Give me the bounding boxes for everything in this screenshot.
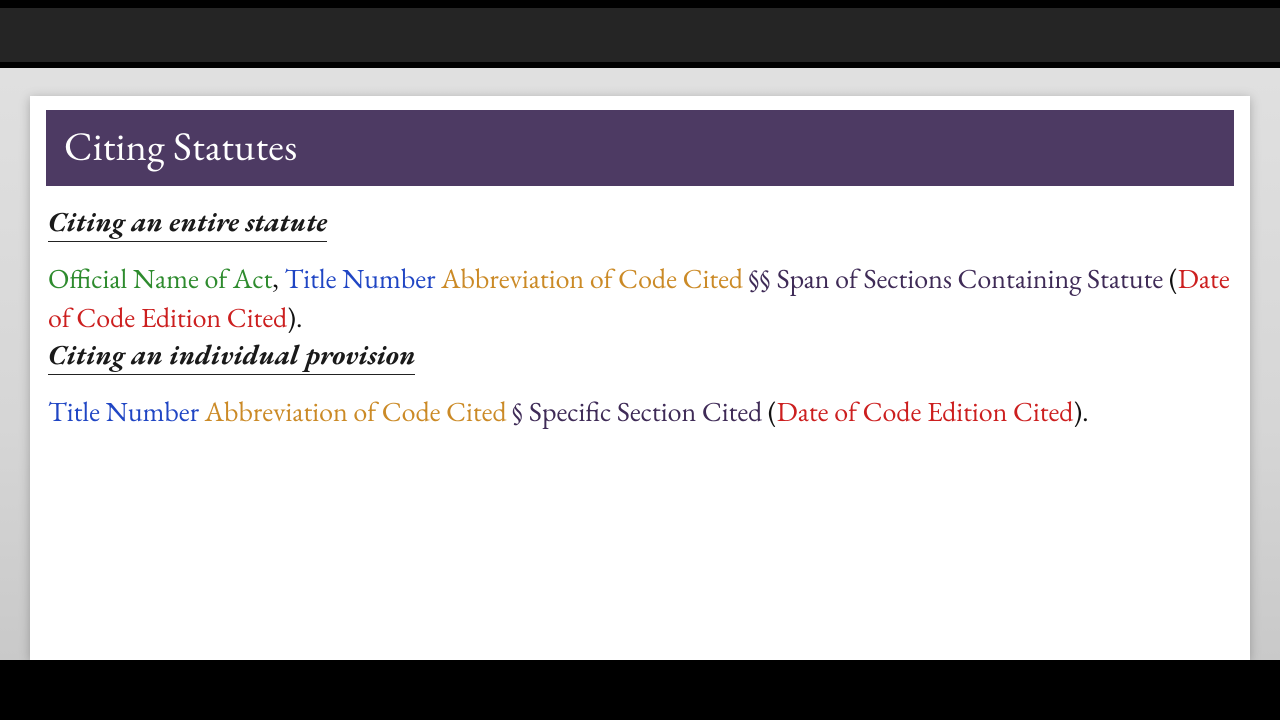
formula-individual-provision: Title Number Abbreviation of Code Cited … bbox=[48, 393, 1230, 432]
subheading-entire-statute: Citing an entire statute bbox=[48, 204, 327, 242]
part-section-symbol: § bbox=[512, 394, 529, 430]
part-abbreviation: Abbreviation of Code Cited bbox=[205, 394, 507, 430]
slide-card: Citing Statutes Citing an entire statute… bbox=[30, 96, 1250, 660]
part-date-edition: Date of Code Edition Cited bbox=[777, 394, 1074, 430]
letterbox-bottom bbox=[0, 660, 1280, 720]
formula-entire-statute: Official Name of Act, Title Number Abbre… bbox=[48, 260, 1230, 337]
slide-title: Citing Statutes bbox=[64, 120, 1216, 172]
part-sections-symbol: §§ bbox=[749, 261, 777, 297]
part-official-name: Official Name of Act bbox=[48, 261, 272, 297]
slide-content: Citing an entire statute Official Name o… bbox=[46, 186, 1234, 432]
stage-background: Citing Statutes Citing an entire statute… bbox=[0, 68, 1280, 660]
part-close-paren: ). bbox=[287, 300, 302, 336]
letterbox-top bbox=[0, 0, 1280, 68]
part-abbreviation: Abbreviation of Code Cited bbox=[441, 261, 743, 297]
part-title-number: Title Number bbox=[48, 394, 199, 430]
part-comma: , bbox=[272, 261, 284, 297]
part-open-paren: ( bbox=[768, 394, 777, 430]
subheading-individual-provision: Citing an individual provision bbox=[48, 337, 415, 375]
part-title-number: Title Number bbox=[284, 261, 435, 297]
part-open-paren: ( bbox=[1169, 261, 1178, 297]
top-dark-bar bbox=[0, 8, 1280, 62]
slide-title-banner: Citing Statutes bbox=[46, 110, 1234, 186]
part-close-paren: ). bbox=[1073, 394, 1088, 430]
section-entire-statute: Citing an entire statute Official Name o… bbox=[48, 204, 1230, 337]
part-specific-section: Specific Section Cited bbox=[529, 394, 762, 430]
section-individual-provision: Citing an individual provision Title Num… bbox=[48, 337, 1230, 432]
part-span-sections: Span of Sections Containing Statute bbox=[777, 261, 1164, 297]
